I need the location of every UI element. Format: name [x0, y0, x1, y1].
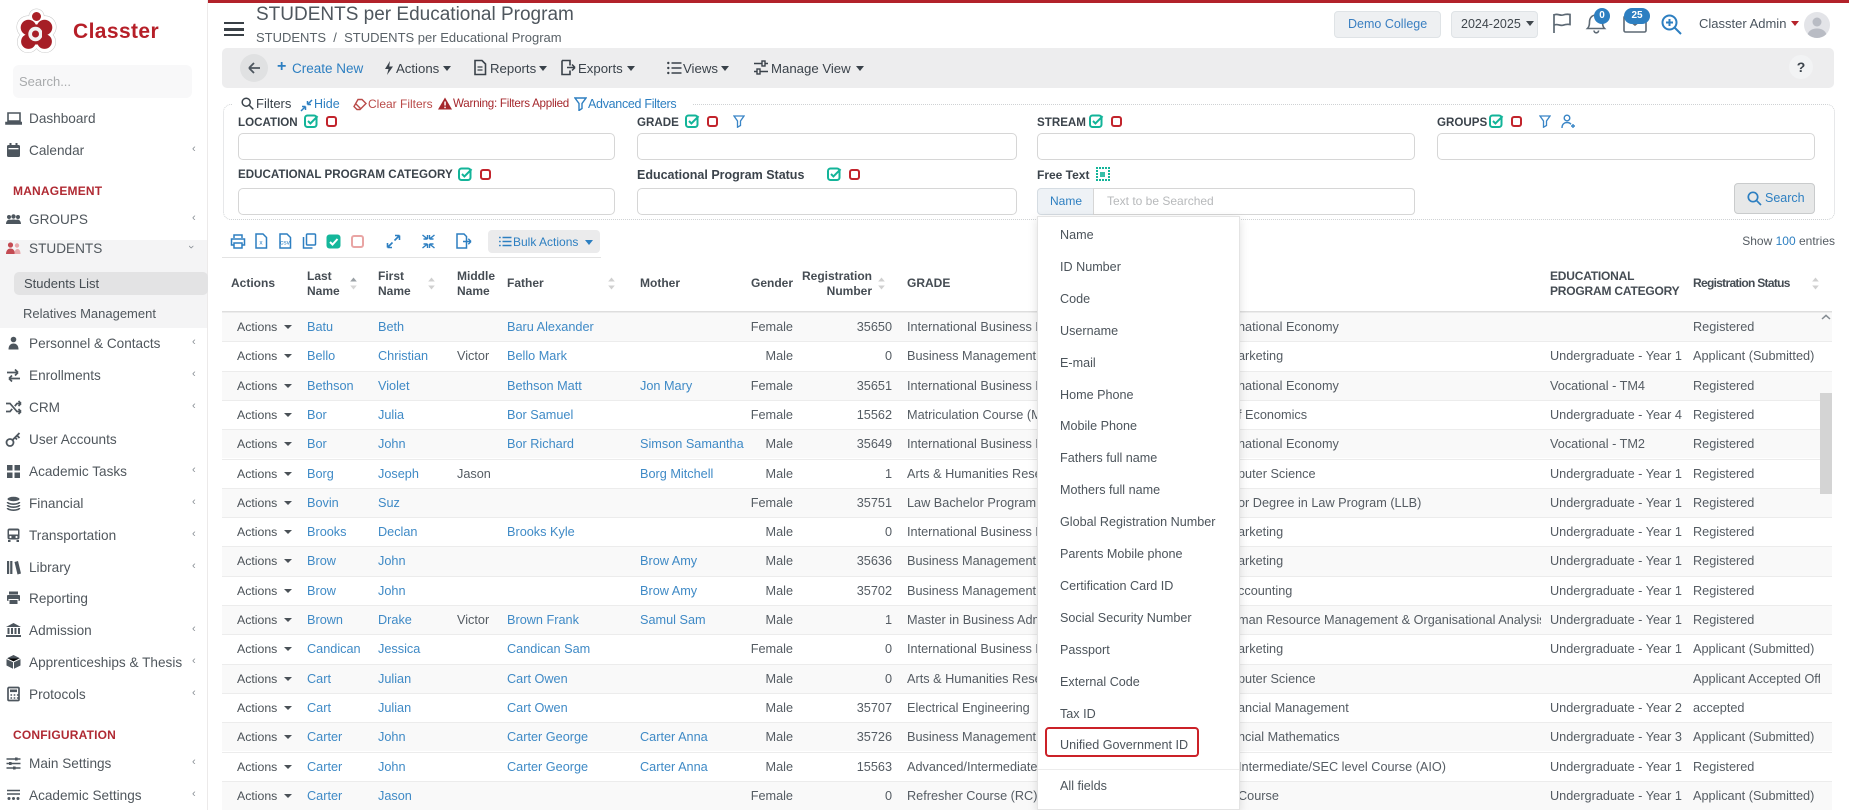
svg-text:x: x [259, 240, 263, 247]
svg-text:csv: csv [280, 240, 291, 247]
